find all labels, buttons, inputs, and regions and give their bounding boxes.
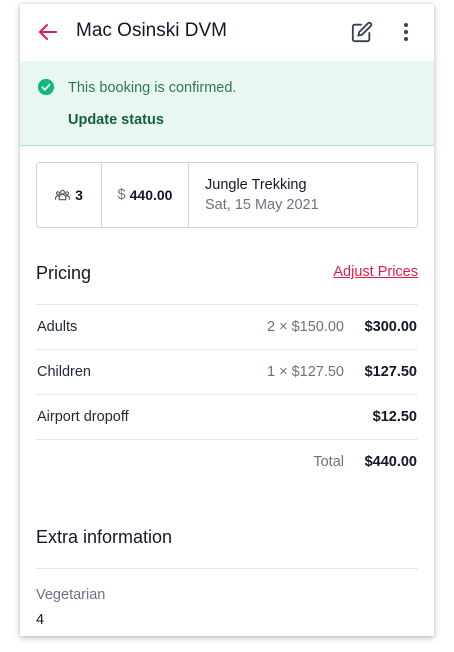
price-row-children: Children 1 × $127.50 $127.50: [36, 349, 418, 394]
extra-info-title: Extra information: [36, 527, 173, 547]
row-label: Adults: [37, 319, 78, 335]
price-row-airport-dropoff: Airport dropoff $12.50: [36, 394, 418, 439]
more-options-button[interactable]: [394, 20, 418, 44]
users-icon: [55, 189, 71, 201]
edit-icon: [351, 21, 373, 43]
tour-date: Sat, 15 May 2021: [205, 197, 319, 213]
row-amount: $300.00: [364, 319, 417, 335]
currency-symbol: $: [117, 187, 126, 203]
price-value: 440.00: [129, 187, 173, 203]
check-circle-icon: [37, 78, 55, 96]
booking-card: Mac Osinski DVM This booking is confirme…: [20, 4, 434, 636]
back-button[interactable]: [36, 20, 60, 44]
row-amount: $127.50: [364, 364, 417, 380]
price-total: $ 440.00: [102, 163, 189, 227]
guests-count: 3: [37, 163, 102, 227]
total-amount: $440.00: [364, 454, 417, 470]
booking-summary: 3 $ 440.00 Jungle Trekking Sat, 15 May 2…: [36, 162, 418, 228]
extra-field-value: 4: [36, 612, 45, 628]
adjust-prices-link[interactable]: Adjust Prices: [333, 264, 418, 280]
row-label: Children: [37, 364, 91, 380]
edit-button[interactable]: [351, 21, 373, 43]
tour-name: Jungle Trekking: [205, 177, 307, 193]
status-banner: This booking is confirmed. Update status: [20, 61, 434, 146]
app-header: Mac Osinski DVM: [20, 4, 434, 61]
update-status-button[interactable]: Update status: [68, 112, 164, 128]
row-amount: $12.50: [372, 409, 417, 425]
row-quantity: 1 × $127.50: [266, 364, 344, 380]
tour-info: Jungle Trekking Sat, 15 May 2021: [189, 163, 417, 227]
pricing-title: Pricing: [36, 263, 92, 283]
status-message: This booking is confirmed.: [68, 80, 237, 96]
guests-value: 3: [75, 187, 83, 203]
price-row-total: Total $440.00: [36, 439, 418, 484]
section-divider: [36, 568, 418, 569]
price-row-adults: Adults 2 × $150.00 $300.00: [36, 304, 418, 349]
page-title: Mac Osinski DVM: [76, 20, 227, 41]
more-vertical-icon: [404, 23, 408, 41]
row-label: Airport dropoff: [37, 409, 129, 425]
extra-field-label: Vegetarian: [36, 587, 106, 603]
arrow-left-icon: [39, 24, 57, 40]
row-quantity: 2 × $150.00: [266, 319, 344, 335]
total-label: Total: [313, 454, 344, 470]
